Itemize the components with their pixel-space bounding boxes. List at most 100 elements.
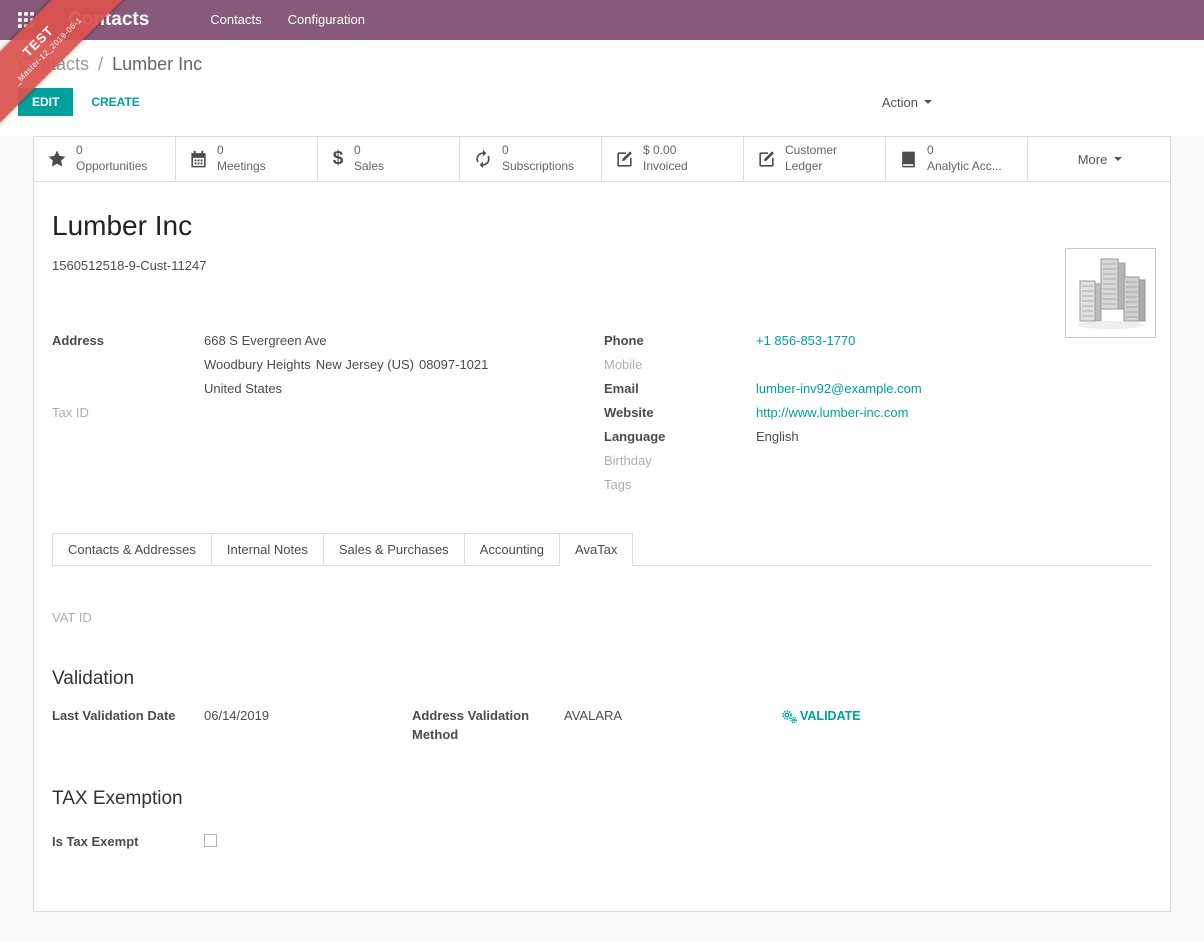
control-panel: Contacts / Lumber Inc EDIT CREATE Action xyxy=(0,40,1204,136)
control-buttons-row: EDIT CREATE Action xyxy=(18,88,1204,116)
tags-label: Tags xyxy=(604,473,756,497)
stat-value: $ 0.00 xyxy=(643,143,688,159)
mobile-label: Mobile xyxy=(604,353,756,377)
action-dropdown[interactable]: Action xyxy=(882,95,932,110)
email-label: Email xyxy=(604,377,756,401)
tab-contacts-addresses[interactable]: Contacts & Addresses xyxy=(52,533,212,566)
tax-exemption-heading: TAX Exemption xyxy=(52,788,1152,810)
stat-label: Opportunities xyxy=(76,159,147,175)
nav-item-configuration[interactable]: Configuration xyxy=(275,0,378,40)
vat-id-label: VAT ID xyxy=(52,606,1152,630)
phone-link[interactable]: +1 856-853-1770 xyxy=(756,329,855,353)
sync-arrows-icon xyxy=(473,149,493,169)
stat-value: 0 xyxy=(502,143,574,159)
field-row-birthday: Birthday xyxy=(604,449,1152,473)
field-row-website: Website http://www.lumber-inc.com xyxy=(604,401,1152,425)
stat-value: Customer xyxy=(785,143,837,159)
stat-button-invoiced[interactable]: $ 0.00 Invoiced xyxy=(602,137,744,181)
pencil-square-icon xyxy=(757,150,776,169)
stat-label: Subscriptions xyxy=(502,159,574,175)
avatax-tab-panel: VAT ID Validation Last Validation Date 0… xyxy=(52,566,1152,851)
is-tax-exempt-checkbox[interactable] xyxy=(204,834,217,847)
breadcrumb-separator: / xyxy=(94,54,107,74)
tab-avatax[interactable]: AvaTax xyxy=(559,533,633,566)
content-area: 0 Opportunities 0 Meetings $ xyxy=(0,136,1204,941)
company-image xyxy=(1065,248,1156,338)
street-value: 668 S Evergreen Ave xyxy=(204,329,327,353)
zip-value: 08097-1021 xyxy=(419,353,488,377)
validation-fields-row: Last Validation Date 06/14/2019 Address … xyxy=(52,706,1152,744)
validation-method-field: Address Validation Method AVALARA xyxy=(412,706,781,744)
stat-label: Sales xyxy=(354,159,384,175)
validate-button[interactable]: VALIDATE xyxy=(781,706,861,744)
form-sheet: 0 Opportunities 0 Meetings $ xyxy=(33,136,1171,912)
state-value: New Jersey (US) xyxy=(316,353,414,377)
stat-button-sales[interactable]: $ 0 Sales xyxy=(318,137,460,181)
create-button[interactable]: CREATE xyxy=(76,88,154,116)
field-row-tax-id: Tax ID xyxy=(52,401,604,425)
contact-column: Phone +1 856-853-1770 Mobile Email lumbe… xyxy=(604,329,1152,497)
last-validation-label: Last Validation Date xyxy=(52,706,204,744)
record-title: Lumber Inc xyxy=(52,210,1152,242)
website-link[interactable]: http://www.lumber-inc.com xyxy=(756,401,908,425)
record-form: Lumber Inc 1560512518-9-Cust-11247 xyxy=(34,182,1170,911)
tax-id-label: Tax ID xyxy=(52,401,204,425)
stat-button-customer-ledger[interactable]: Customer Ledger xyxy=(744,137,886,181)
stat-button-row: 0 Opportunities 0 Meetings $ xyxy=(34,137,1170,182)
last-validation-value: 06/14/2019 xyxy=(204,706,269,744)
email-link[interactable]: lumber-inv92@example.com xyxy=(756,377,922,401)
record-reference: 1560512518-9-Cust-11247 xyxy=(52,258,1152,273)
address-column: Address 668 S Evergreen Ave Woodbury Hei… xyxy=(52,329,604,497)
cogs-icon xyxy=(781,709,797,724)
field-row-tags: Tags xyxy=(604,473,1152,497)
more-dropdown-label: More xyxy=(1078,152,1108,167)
stat-label: Invoiced xyxy=(643,159,688,175)
stat-button-analytic-accounts[interactable]: 0 Analytic Acc... xyxy=(886,137,1028,181)
website-label: Website xyxy=(604,401,756,425)
top-navbar: Contacts Contacts Configuration xyxy=(0,0,1204,40)
breadcrumb: Contacts / Lumber Inc xyxy=(18,54,1204,75)
city-value: Woodbury Heights xyxy=(204,353,311,377)
dollar-icon: $ xyxy=(331,148,345,170)
tab-sales-purchases[interactable]: Sales & Purchases xyxy=(323,533,465,566)
validation-heading: Validation xyxy=(52,668,1152,690)
chevron-down-icon xyxy=(924,100,932,104)
validate-button-label: VALIDATE xyxy=(800,709,861,723)
is-tax-exempt-label: Is Tax Exempt xyxy=(52,832,204,851)
nav-item-contacts[interactable]: Contacts xyxy=(197,0,274,40)
tab-internal-notes[interactable]: Internal Notes xyxy=(211,533,324,566)
calendar-icon xyxy=(189,150,208,169)
field-row-email: Email lumber-inv92@example.com xyxy=(604,377,1152,401)
field-row-country: United States xyxy=(52,377,604,401)
language-label: Language xyxy=(604,425,756,449)
field-row-address: Address 668 S Evergreen Ave xyxy=(52,329,604,353)
field-columns: Address 668 S Evergreen Ave Woodbury Hei… xyxy=(52,329,1152,497)
validation-method-value: AVALARA xyxy=(564,706,622,744)
stat-value: 0 xyxy=(927,143,1002,159)
stat-button-meetings[interactable]: 0 Meetings xyxy=(176,137,318,181)
field-row-language: Language English xyxy=(604,425,1152,449)
buildings-illustration xyxy=(1072,255,1150,331)
stat-label: Meetings xyxy=(217,159,266,175)
stat-label: Ledger xyxy=(785,159,837,175)
last-validation-field: Last Validation Date 06/14/2019 xyxy=(52,706,412,744)
notebook-tabs: Contacts & Addresses Internal Notes Sale… xyxy=(52,533,1152,566)
stat-value: 0 xyxy=(76,143,147,159)
is-tax-exempt-row: Is Tax Exempt xyxy=(52,832,1152,851)
birthday-label: Birthday xyxy=(604,449,756,473)
country-value: United States xyxy=(204,377,282,401)
tab-accounting[interactable]: Accounting xyxy=(464,533,560,566)
phone-label: Phone xyxy=(604,329,756,353)
field-row-mobile: Mobile xyxy=(604,353,1152,377)
stat-value: 0 xyxy=(354,143,384,159)
more-dropdown[interactable]: More xyxy=(1030,137,1170,181)
navbar-menus: Contacts Configuration xyxy=(197,0,378,40)
stat-button-opportunities[interactable]: 0 Opportunities xyxy=(34,137,176,181)
language-value: English xyxy=(756,425,799,449)
stat-label: Analytic Acc... xyxy=(927,159,1002,175)
stat-button-subscriptions[interactable]: 0 Subscriptions xyxy=(460,137,602,181)
chevron-down-icon xyxy=(1114,157,1122,161)
pencil-square-icon xyxy=(615,150,634,169)
action-dropdown-label: Action xyxy=(882,95,918,110)
field-row-city: Woodbury Heights New Jersey (US) 08097-1… xyxy=(52,353,604,377)
